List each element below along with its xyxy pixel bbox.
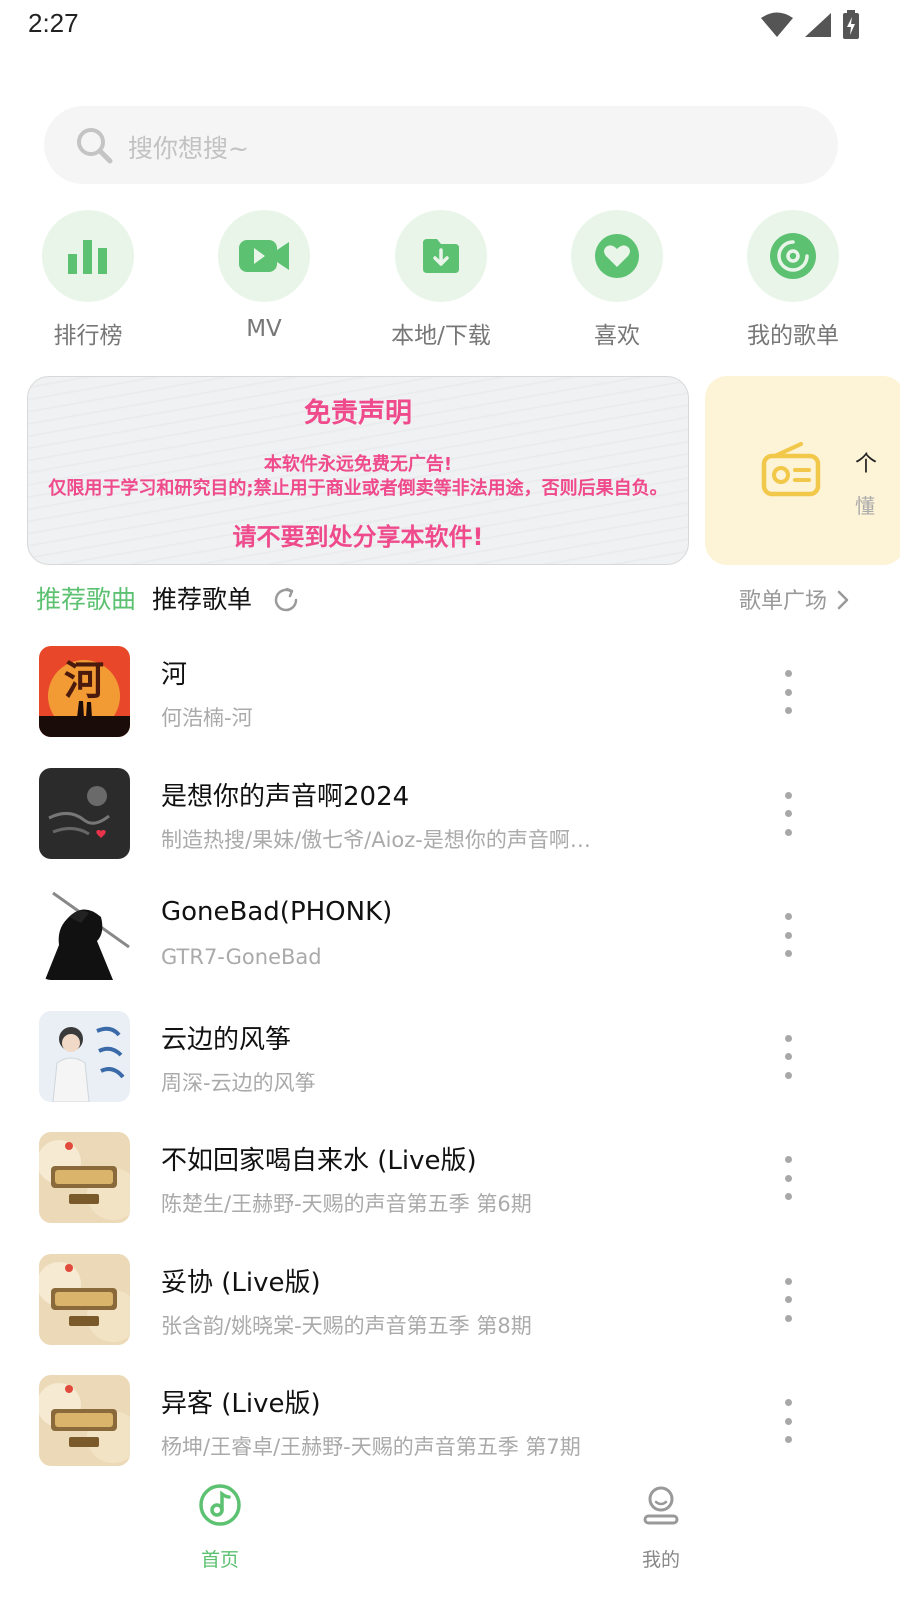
album-cover xyxy=(39,889,130,980)
recommend-tabs: 推荐歌曲 推荐歌单 歌单广场 xyxy=(0,580,900,620)
status-time: 2:27 xyxy=(28,8,79,38)
chart-bars-icon xyxy=(42,210,134,302)
quick-nav-label: 本地/下载 xyxy=(391,323,491,349)
cover-text: 河 xyxy=(64,657,104,704)
search-input[interactable]: 搜你想搜~ xyxy=(44,106,838,184)
more-options-icon[interactable] xyxy=(776,1399,800,1443)
more-options-icon[interactable] xyxy=(776,1156,800,1200)
song-list: 河 河 何浩楠-河 是想你的声音啊2024 制造热搜/果妹/傲七爷/Aioz-是… xyxy=(0,628,900,1479)
playlist-square-label: 歌单广场 xyxy=(738,589,827,614)
quick-nav-label: 排行榜 xyxy=(53,323,123,349)
list-item[interactable]: 妥协 (Live版) 张含韵/姚晓棠-天赐的声音第五季 第8期 xyxy=(0,1236,900,1358)
nav-home[interactable]: 首页 xyxy=(160,1483,280,1572)
nav-mine[interactable]: 我的 xyxy=(601,1483,721,1572)
song-artist: 杨坤/王睿卓/王赫野-天赐的声音第五季 第7期 xyxy=(161,1435,581,1459)
disc-icon xyxy=(747,210,839,302)
user-icon xyxy=(643,1486,679,1525)
heart-icon xyxy=(571,210,663,302)
list-item[interactable]: 异客 (Live版) 杨坤/王睿卓/王赫野-天赐的声音第五季 第7期 xyxy=(0,1357,900,1479)
radio-banner[interactable]: 个 懂 xyxy=(705,376,900,565)
status-icons xyxy=(760,10,860,40)
disclaimer-banner[interactable]: 免责声明 本软件永远免费无广告! 仅限用于学习和研究目的;禁止用于商业或者倒卖等… xyxy=(27,376,689,565)
bottom-nav: 首页 我的 xyxy=(0,1475,900,1600)
music-disc-icon xyxy=(199,1484,241,1526)
album-cover: 河 xyxy=(39,646,130,737)
more-options-icon[interactable] xyxy=(776,1277,800,1322)
list-item[interactable]: 河 河 何浩楠-河 xyxy=(0,628,900,750)
more-options-icon[interactable] xyxy=(776,1034,800,1079)
search-icon xyxy=(77,128,113,164)
song-artist: 何浩楠-河 xyxy=(161,706,253,730)
album-cover xyxy=(39,1253,130,1345)
tab-recommended-songs[interactable]: 推荐歌曲 xyxy=(36,580,136,616)
nav-label: 我的 xyxy=(641,1549,680,1571)
song-artist: 制造热搜/果妹/傲七爷/Aioz-是想你的声音啊2024 xyxy=(161,827,591,852)
quick-nav-label: 喜欢 xyxy=(594,323,640,349)
radio-icon xyxy=(761,442,821,497)
quick-nav-mv[interactable]: MV xyxy=(194,210,334,342)
radio-banner-subtitle: 懂 xyxy=(855,494,875,518)
nav-label: 首页 xyxy=(200,1549,239,1571)
banner-text: 请不要到处分享本软件! xyxy=(232,523,484,551)
song-title: 妥协 (Live版) xyxy=(161,1267,321,1298)
song-title: 河 xyxy=(161,660,188,690)
battery-charging-icon xyxy=(843,10,859,39)
video-camera-icon xyxy=(218,210,310,302)
song-title: GoneBad(PHONK) xyxy=(161,897,393,927)
album-cover xyxy=(39,1010,130,1102)
song-title: 异客 (Live版) xyxy=(161,1389,321,1419)
quick-nav-ranking[interactable]: 排行榜 xyxy=(18,210,158,350)
quick-nav-label: 我的歌单 xyxy=(747,323,839,349)
banner-title: 免责声明 xyxy=(304,398,412,429)
quick-nav-favorite[interactable]: 喜欢 xyxy=(547,210,687,350)
more-options-icon[interactable] xyxy=(776,913,800,957)
song-title: 是想你的声音啊2024 xyxy=(161,781,410,812)
banner-text: 仅限用于学习和研究目的;禁止用于商业或者倒卖等非法用途，否则后果自负。 xyxy=(48,478,668,499)
quick-nav-local-download[interactable]: 本地/下载 xyxy=(371,210,511,350)
more-options-icon[interactable] xyxy=(776,791,800,836)
quick-nav: 排行榜 MV 本地/下载 喜欢 我的歌单 xyxy=(0,210,900,350)
quick-nav-label: MV xyxy=(246,316,282,342)
song-artist: 周深-云边的风筝 xyxy=(161,1070,316,1095)
quick-nav-my-playlists[interactable]: 我的歌单 xyxy=(723,210,863,350)
album-cover xyxy=(39,1375,130,1466)
radio-banner-title: 个 xyxy=(855,452,878,477)
song-artist: 张含韵/姚晓棠-天赐的声音第五季 第8期 xyxy=(161,1313,532,1338)
more-options-icon[interactable] xyxy=(776,670,800,714)
song-artist: GTR7-GoneBad xyxy=(161,945,322,969)
refresh-icon[interactable] xyxy=(272,586,300,614)
signal-icon xyxy=(805,13,831,37)
chevron-right-icon xyxy=(837,590,849,610)
song-artist: 陈楚生/王赫野-天赐的声音第五季 第6期 xyxy=(161,1192,532,1216)
banner-text: 本软件永远免费无广告! xyxy=(263,454,453,475)
folder-download-icon xyxy=(395,210,487,302)
list-item[interactable]: GoneBad(PHONK) GTR7-GoneBad xyxy=(0,871,900,993)
list-item[interactable]: 云边的风筝 周深-云边的风筝 xyxy=(0,993,900,1115)
list-item[interactable]: 是想你的声音啊2024 制造热搜/果妹/傲七爷/Aioz-是想你的声音啊2024 xyxy=(0,750,900,872)
list-item[interactable]: 不如回家喝自来水 (Live版) 陈楚生/王赫野-天赐的声音第五季 第6期 xyxy=(0,1114,900,1236)
status-bar: 2:27 xyxy=(0,0,900,50)
song-title: 云边的风筝 xyxy=(161,1024,292,1055)
search-placeholder: 搜你想搜~ xyxy=(128,134,249,163)
album-cover xyxy=(39,1132,130,1223)
album-cover xyxy=(39,767,130,859)
playlist-square-link[interactable]: 歌单广场 xyxy=(739,583,850,615)
song-title: 不如回家喝自来水 (Live版) xyxy=(161,1146,477,1176)
tab-recommended-playlists[interactable]: 推荐歌单 xyxy=(152,580,252,616)
wifi-icon xyxy=(761,12,793,37)
